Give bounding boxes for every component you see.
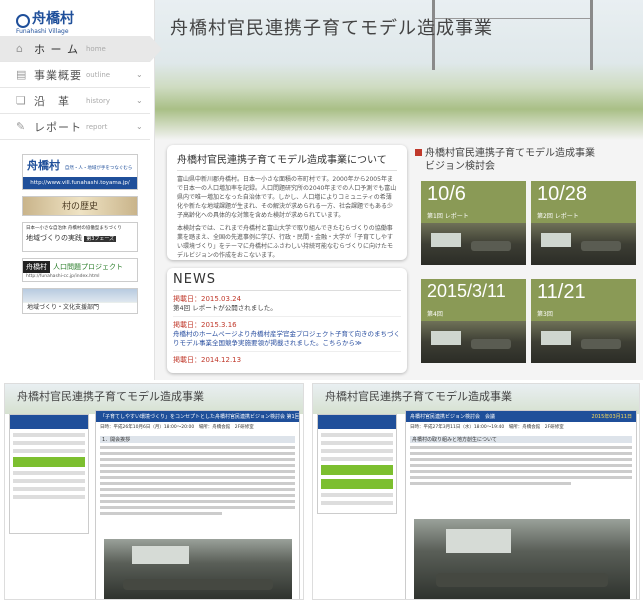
report-doc-meta: 日時：平成26年10月6日（月）18:00〜20:00 場所：舟橋会館 2F研修… bbox=[100, 425, 254, 430]
report-page-title: 舟橋村官民連携子育てモデル造成事業 bbox=[17, 390, 204, 403]
village-emblem-icon bbox=[16, 13, 30, 28]
report-tile-3[interactable]: 11/21 第3回 bbox=[531, 279, 636, 363]
sidebar: 舟橋村 Funahashi Village ⌂ ホ ー ム home ▤ 事業概… bbox=[0, 0, 162, 380]
about-paragraph: 富山県中新川郡舟橋村。日本一小さな面積の市町村です。2000年から2005年まで… bbox=[177, 176, 397, 219]
news-item-link[interactable]: 舟橋村のホームページより舟橋村産学官金プロジェクト子育て向きのまちづくりモデル事… bbox=[173, 330, 401, 352]
utility-pole bbox=[590, 0, 593, 70]
square-bullet-icon bbox=[415, 149, 422, 156]
chevron-down-icon: ⌄ bbox=[136, 70, 143, 79]
page-title: 舟橋村官民連携子育てモデル造成事業 bbox=[170, 18, 493, 39]
banner-village-site[interactable]: 舟橋村 自然・人・地域が手をつなぐむら http://www.vill.funa… bbox=[22, 154, 138, 190]
report-page-screenshot-1: 舟橋村官民連携子育てモデル造成事業 「子育てしやすい環境づくり」をコンセプトとし… bbox=[4, 383, 304, 600]
nav-item-report[interactable]: ✎ レポート report ⌄ bbox=[0, 114, 150, 140]
report-photo bbox=[421, 321, 526, 363]
report-document: 舟橋村官民連携ビジョン検討会 会議 2015年03月11日 日時：平成27年3月… bbox=[405, 410, 637, 599]
vision-title: 舟橋村官民連携子育てモデル造成事業 ビジョン検討会 bbox=[415, 147, 640, 173]
nav-item-outline[interactable]: ▤ 事業概要 outline ⌄ bbox=[0, 62, 150, 88]
report-photo bbox=[421, 223, 526, 265]
book-icon: ❏ bbox=[16, 94, 26, 107]
document-icon: ▤ bbox=[16, 68, 27, 81]
nav-item-history[interactable]: ❏ 沿 革 history ⌄ bbox=[0, 88, 150, 114]
report-doc-title: 「子育てしやすい環境づくり」をコンセプトとした舟橋村官民連携ビジョン検討会 第1… bbox=[96, 411, 299, 422]
report-sidebar-logo bbox=[318, 415, 396, 429]
report-tile-2[interactable]: 10/28 第2回 レポート bbox=[531, 181, 636, 265]
report-page-sidebar bbox=[317, 414, 397, 514]
site-logo[interactable]: 舟橋村 Funahashi Village bbox=[16, 8, 86, 35]
report-tile-4[interactable]: 2015/3/11 第4回 bbox=[421, 279, 526, 363]
report-photo bbox=[531, 321, 636, 363]
banner-village-history[interactable]: 村の歴史 bbox=[22, 196, 138, 216]
report-photo bbox=[531, 223, 636, 265]
report-doc-section: 舟橋村の取り組みと地方創生について bbox=[410, 436, 632, 443]
report-tile-1[interactable]: 10/6 第1回 レポート bbox=[421, 181, 526, 265]
report-doc-date: 2015年03月11日 bbox=[591, 414, 632, 420]
news-heading: NEWS bbox=[173, 272, 401, 291]
news-date: 掲載日：2015.3.16 bbox=[173, 321, 237, 329]
chevron-down-icon: ⌄ bbox=[136, 96, 143, 105]
banner-community-practice[interactable]: 日本一小さな自治体 舟橋村の協働型まちづくり 地域づくりの実践 第3フェーズ bbox=[22, 222, 138, 252]
about-paragraph: 本検討会では、これまで舟橋村と富山大学で取り組んできたむらづくりの協働事業を踏ま… bbox=[177, 225, 394, 259]
vision-panel: 舟橋村官民連携子育てモデル造成事業 ビジョン検討会 10/6 第1回 レポート … bbox=[415, 147, 640, 377]
report-page-title: 舟橋村官民連携子育てモデル造成事業 bbox=[325, 390, 512, 403]
report-doc-section: 1．開会挨拶 bbox=[100, 436, 295, 443]
report-doc-title: 舟橋村官民連携ビジョン検討会 会議 bbox=[410, 414, 496, 420]
about-panel: 舟橋村官民連携子育てモデル造成事業について 富山県中新川郡舟橋村。日本一小さな面… bbox=[167, 145, 407, 260]
news-item: 第4回 レポートが公開されました。 bbox=[173, 304, 401, 317]
chevron-down-icon: ⌄ bbox=[136, 122, 143, 131]
banner-culture-support[interactable]: 地域づくり・文化支援部門 bbox=[22, 288, 138, 314]
meeting-photo bbox=[414, 519, 630, 599]
report-doc-meta: 日時：平成27年3月11日（水）18:00〜19:40 場所：舟橋会館 2F研修… bbox=[410, 425, 564, 430]
pencil-icon: ✎ bbox=[16, 120, 26, 133]
news-date: 掲載日：2014.12.13 bbox=[173, 356, 242, 364]
nav-item-home[interactable]: ⌂ ホ ー ム home bbox=[0, 36, 162, 62]
banner-population-project[interactable]: 舟橋村 人口問題プロジェクト http://funahashi-cc.jp/in… bbox=[22, 258, 138, 282]
about-heading: 舟橋村官民連携子育てモデル造成事業について bbox=[177, 151, 397, 171]
report-page-sidebar bbox=[9, 414, 89, 534]
news-date: 掲載日：2015.03.24 bbox=[173, 295, 242, 303]
home-icon: ⌂ bbox=[16, 42, 23, 55]
news-panel: NEWS 掲載日：2015.03.24 第4回 レポートが公開されました。 掲載… bbox=[167, 268, 407, 373]
homepage-screenshot: 舟橋村官民連携子育てモデル造成事業 舟橋村 Funahashi Village … bbox=[0, 0, 643, 380]
meeting-photo bbox=[104, 539, 292, 599]
report-document: 「子育てしやすい環境づくり」をコンセプトとした舟橋村官民連携ビジョン検討会 第1… bbox=[95, 410, 300, 599]
report-sidebar-logo bbox=[10, 415, 88, 429]
report-page-screenshot-2: 舟橋村官民連携子育てモデル造成事業 舟橋村官民連携ビジョン検討会 会議 2015… bbox=[312, 383, 640, 600]
